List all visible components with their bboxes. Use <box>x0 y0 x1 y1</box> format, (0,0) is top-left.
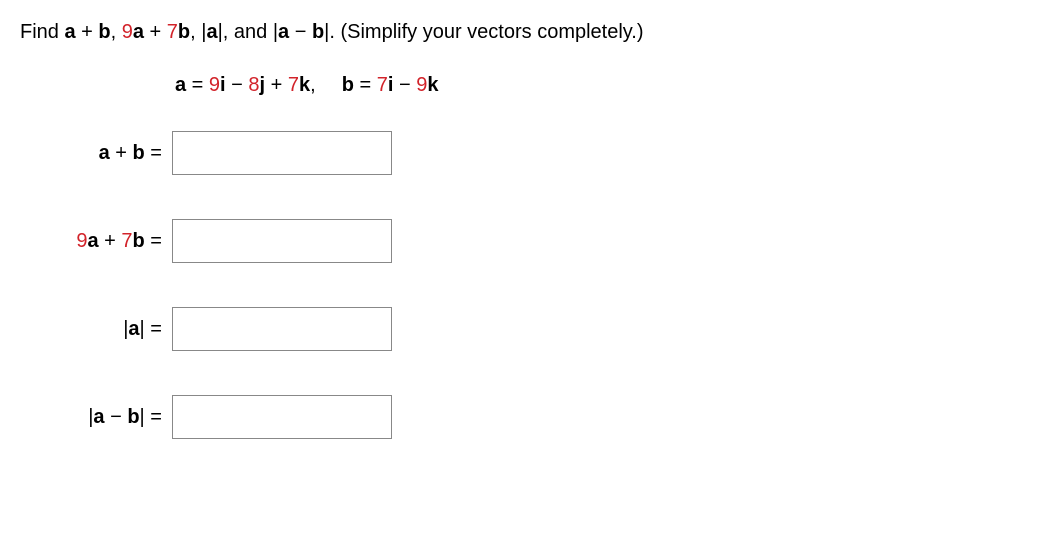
answer-row-a-plus-b: a + b = <box>20 131 1024 175</box>
input-9a-plus-7b[interactable] <box>172 219 392 263</box>
lhs-abs-a-minus-b: |a − b| = <box>20 406 170 429</box>
lhs-abs-a: |a| = <box>20 318 170 341</box>
lhs-a-plus-b: a + b = <box>20 142 170 165</box>
input-abs-a[interactable] <box>172 307 392 351</box>
question-text: Find a + b, 9a + 7b, |a|, and |a − b|. (… <box>20 18 1024 46</box>
answer-row-9a-plus-7b: 9a + 7b = <box>20 219 1024 263</box>
given-vectors: a = 9i − 8j + 7k,b = 7i − 9k <box>175 74 1024 97</box>
input-abs-a-minus-b[interactable] <box>172 395 392 439</box>
input-a-plus-b[interactable] <box>172 131 392 175</box>
answer-row-abs-a-minus-b: |a − b| = <box>20 395 1024 439</box>
answer-row-abs-a: |a| = <box>20 307 1024 351</box>
lhs-9a-plus-7b: 9a + 7b = <box>20 230 170 253</box>
